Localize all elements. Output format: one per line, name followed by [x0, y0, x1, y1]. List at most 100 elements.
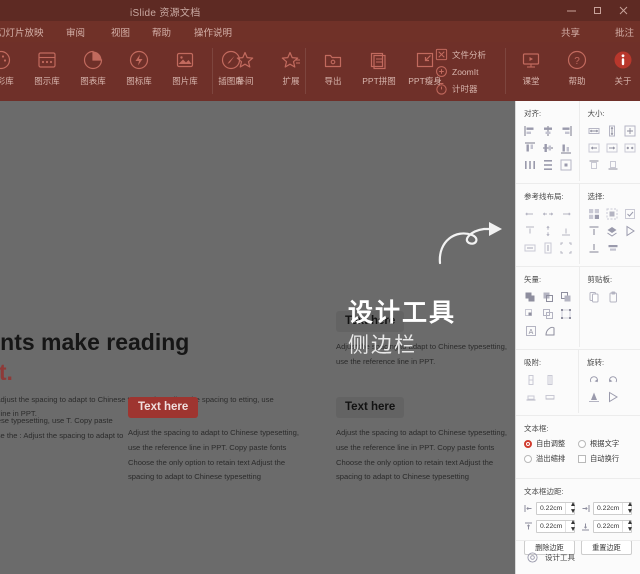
align-center-icon[interactable]	[560, 158, 572, 171]
ribbon-button-classroom[interactable]: 课堂	[508, 42, 554, 101]
select-all-icon[interactable]	[588, 207, 600, 220]
vector-combine-icon[interactable]	[542, 290, 554, 303]
margin-right-stepper[interactable]: ▲ ▼	[622, 501, 633, 514]
menu-item-view[interactable]: 视图	[111, 25, 130, 39]
select-group-icon[interactable]	[607, 241, 620, 254]
fit-bottom-icon[interactable]	[607, 158, 620, 171]
snap-v2-icon[interactable]	[543, 373, 556, 386]
slide-tag-dark-lower[interactable]: Text here	[336, 397, 405, 418]
align-bottom-icon[interactable]	[560, 141, 572, 154]
menu-item-help[interactable]: 帮助	[152, 25, 171, 39]
vector-union-icon[interactable]	[524, 290, 536, 303]
ribbon-button-ppt-collage[interactable]: PPT拼图	[356, 42, 402, 101]
ribbon-button-zoomit[interactable]: ZoomIt	[432, 63, 478, 80]
ribbon-button-timer[interactable]: 计时器	[432, 80, 478, 97]
option-free-adjust[interactable]: 自由调整	[524, 439, 578, 449]
slide-surface[interactable]: d fonts make reading uent. to retain tex…	[0, 101, 555, 574]
margin-top-input[interactable]: 0.22cm ▲ ▼	[536, 519, 576, 533]
select-layer-icon[interactable]	[606, 224, 618, 237]
margin-left-stepper[interactable]: ▲ ▼	[565, 501, 576, 514]
menu-item-slideshow[interactable]: 幻灯片放映	[0, 25, 44, 39]
match-width-icon[interactable]	[588, 124, 600, 137]
ribbon-button-file-analysis[interactable]: 文件分析	[432, 46, 486, 63]
select-bottom-icon[interactable]	[588, 241, 601, 254]
distribute-h-icon[interactable]	[524, 158, 536, 171]
ribbon-button-export[interactable]: 导出	[310, 42, 356, 101]
sidebar-footer[interactable]: 设计工具	[516, 540, 640, 574]
rotate-cw-icon[interactable]	[587, 373, 600, 386]
guide-top-icon[interactable]	[524, 224, 536, 237]
guide-left-icon[interactable]	[524, 207, 536, 220]
ribbon-button-tween[interactable]: 补间	[222, 42, 268, 101]
ribbon-button-image-library[interactable]: 图片库	[162, 42, 208, 101]
radio-fit-to-text[interactable]	[578, 440, 586, 448]
flip-v-icon[interactable]	[587, 390, 600, 403]
paste-icon[interactable]	[607, 290, 620, 303]
guide-spread-h-icon[interactable]	[524, 241, 536, 254]
guide-right-icon[interactable]	[560, 207, 572, 220]
vector-intersect-icon[interactable]	[524, 307, 536, 320]
vector-text-icon[interactable]: A	[524, 324, 537, 337]
radio-shrink-overflow[interactable]	[524, 455, 532, 463]
fit-right-icon[interactable]	[606, 141, 618, 154]
vector-shape-icon[interactable]	[543, 324, 556, 337]
option-shrink-overflow[interactable]: 溢出缩排	[524, 454, 578, 464]
margin-top-stepper[interactable]: ▲ ▼	[565, 519, 576, 532]
align-top-icon[interactable]	[524, 141, 536, 154]
guide-middle-icon[interactable]	[542, 224, 554, 237]
select-flag-icon[interactable]	[624, 224, 636, 237]
slide-column-left[interactable]: apt to Chinese typesetting, use T. Copy …	[0, 406, 130, 444]
menu-item-tellme[interactable]: 操作说明	[194, 25, 232, 39]
fit-top-icon[interactable]	[588, 158, 601, 171]
guide-center-h-icon[interactable]	[542, 207, 554, 220]
vector-fragment-icon[interactable]	[560, 290, 572, 303]
fit-both-icon[interactable]	[624, 141, 636, 154]
margin-right-input[interactable]: 0.22cm ▲ ▼	[593, 501, 633, 515]
select-invert-icon[interactable]	[624, 207, 636, 220]
align-center-h-icon[interactable]	[542, 124, 554, 137]
snap-h1-icon[interactable]	[524, 390, 537, 403]
ribbon-button-extend[interactable]: 扩展	[268, 42, 314, 101]
minimize-button[interactable]	[558, 0, 584, 21]
guide-fill-icon[interactable]	[560, 241, 572, 254]
margin-bottom-input[interactable]: 0.22cm ▲ ▼	[593, 519, 633, 533]
guide-bottom-icon[interactable]	[560, 224, 572, 237]
slide-column-right[interactable]: Text here Adjust the spacing to adapt to…	[336, 397, 521, 485]
align-left-icon[interactable]	[524, 124, 536, 137]
menu-item-review[interactable]: 审阅	[66, 25, 85, 39]
slide-column-right-body[interactable]: Adjust the spacing to adapt to Chinese t…	[336, 426, 521, 485]
vector-subtract-icon[interactable]	[542, 307, 554, 320]
margin-bottom-stepper[interactable]: ▲ ▼	[622, 519, 633, 532]
close-button[interactable]	[610, 0, 636, 21]
ribbon-button-about[interactable]: 关于	[600, 42, 640, 101]
option-auto-wrap[interactable]: 自动换行	[578, 454, 632, 464]
slide-column-middle[interactable]: Text here Adjust the spacing to adapt to…	[128, 397, 308, 485]
margin-left-input[interactable]: 0.22cm ▲ ▼	[536, 501, 576, 515]
snap-h2-icon[interactable]	[543, 390, 556, 403]
ribbon-button-chart-library[interactable]: 图表库	[70, 42, 116, 101]
slide-headline-line1[interactable]: d fonts make reading	[0, 329, 378, 356]
select-top-icon[interactable]	[588, 224, 600, 237]
ribbon-button-diagram-library[interactable]: 图示库	[24, 42, 70, 101]
slide-headline-line2[interactable]: uent.	[0, 359, 378, 386]
guide-spread-v-icon[interactable]	[542, 241, 554, 254]
radio-free-adjust[interactable]	[524, 440, 532, 448]
flip-h-icon[interactable]	[606, 390, 619, 403]
checkbox-auto-wrap[interactable]	[578, 455, 586, 463]
ribbon-button-help[interactable]: ? 帮助	[554, 42, 600, 101]
slide-column-middle-body[interactable]: Adjust the spacing to adapt to Chinese t…	[128, 426, 308, 485]
menu-item-comment[interactable]: 批注	[615, 25, 634, 39]
maximize-button[interactable]	[584, 0, 610, 21]
align-right-icon[interactable]	[560, 124, 572, 137]
menu-item-share[interactable]: 共享	[561, 25, 580, 39]
align-middle-v-icon[interactable]	[542, 141, 554, 154]
match-size-icon[interactable]	[624, 124, 636, 137]
slide-tag-red[interactable]: Text here	[128, 397, 199, 418]
snap-v1-icon[interactable]	[524, 373, 537, 386]
rotate-ccw-icon[interactable]	[606, 373, 619, 386]
fit-left-icon[interactable]	[588, 141, 600, 154]
copy-icon[interactable]	[588, 290, 601, 303]
slide-column-left-body[interactable]: apt to Chinese typesetting, use T. Copy …	[0, 414, 130, 444]
distribute-v-icon[interactable]	[542, 158, 554, 171]
match-height-icon[interactable]	[606, 124, 618, 137]
